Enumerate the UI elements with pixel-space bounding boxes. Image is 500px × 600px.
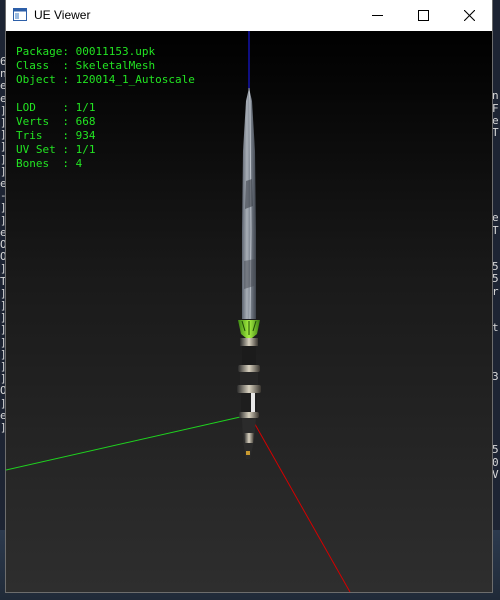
bones-value: 4	[75, 157, 83, 170]
close-button[interactable]	[446, 0, 492, 31]
y-axis-line	[6, 414, 250, 471]
info-tris: Tris : 934	[16, 129, 195, 143]
object-label: Object :	[16, 73, 76, 86]
verts-value: 668	[75, 115, 96, 128]
info-class: Class : SkeletalMesh	[16, 59, 195, 73]
window-title: UE Viewer	[34, 8, 91, 22]
lod-value: 1/1	[75, 101, 96, 114]
app-window-icon	[13, 8, 27, 21]
info-lod: LOD : 1/1	[16, 101, 195, 115]
class-value: SkeletalMesh	[75, 59, 156, 72]
x-axis-line	[251, 418, 351, 592]
info-verts: Verts : 668	[16, 115, 195, 129]
background-console-right: n F e T e T 5 5 r t 3 5 0 V	[492, 89, 499, 481]
class-label: Class :	[16, 59, 76, 72]
info-bones: Bones : 4	[16, 157, 195, 171]
tris-value: 934	[75, 129, 96, 142]
package-label: Package:	[16, 45, 76, 58]
info-uvset: UV Set : 1/1	[16, 143, 195, 157]
minimize-icon	[371, 15, 383, 16]
mesh-info-overlay: Package: 00011153.upk Class : SkeletalMe…	[16, 45, 195, 171]
uvset-value: 1/1	[75, 143, 96, 156]
3d-viewport[interactable]: Package: 00011153.upk Class : SkeletalMe…	[6, 31, 492, 592]
ue-viewer-window: UE Viewer Package: 00011153.upk Class: …	[6, 0, 492, 592]
info-package: Package: 00011153.upk	[16, 45, 195, 59]
maximize-icon	[417, 10, 429, 21]
bones-label: Bones :	[16, 157, 76, 170]
title-bar[interactable]: UE Viewer	[6, 0, 492, 31]
tris-label: Tris :	[16, 129, 76, 142]
close-icon	[463, 10, 475, 21]
lod-label: LOD :	[16, 101, 76, 114]
object-value: 120014_1_Autoscale	[75, 73, 195, 86]
skeletal-mesh-model	[237, 87, 261, 459]
verts-label: Verts :	[16, 115, 76, 128]
info-object: Object : 120014_1_Autoscale	[16, 73, 195, 87]
package-value: 00011153.upk	[75, 45, 156, 58]
uvset-label: UV Set :	[16, 143, 76, 156]
maximize-button[interactable]	[400, 0, 446, 31]
minimize-button[interactable]	[354, 0, 400, 31]
